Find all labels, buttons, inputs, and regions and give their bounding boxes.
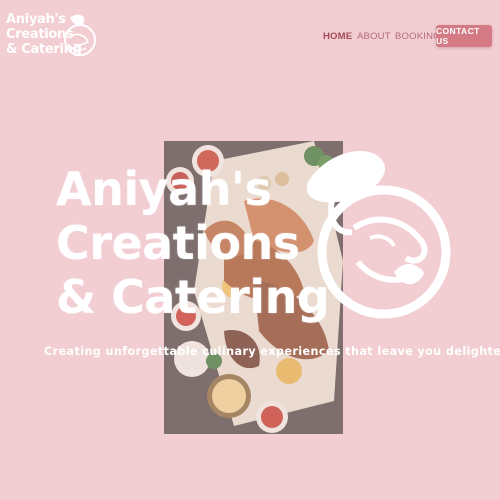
hero-title-line-2: Creations	[56, 216, 300, 270]
chef-globe-icon	[306, 151, 451, 319]
hero-title-line-3: & Catering	[56, 270, 330, 324]
nav-booking[interactable]: BOOKING	[395, 31, 441, 42]
hero-tagline: Creating unforgettable culinary experien…	[44, 345, 500, 358]
contact-us-button[interactable]: CONTACT US	[436, 25, 492, 47]
nav-home[interactable]: HOME	[323, 31, 352, 42]
nav-about[interactable]: ABOUT	[357, 31, 391, 42]
chef-globe-icon	[64, 14, 96, 56]
hero-title-line-1: Aniyah's	[56, 162, 272, 216]
site-logo[interactable]: Aniyah's Creations & Catering	[6, 10, 96, 66]
hero-title: Aniyah's Creations & Catering	[56, 162, 330, 324]
